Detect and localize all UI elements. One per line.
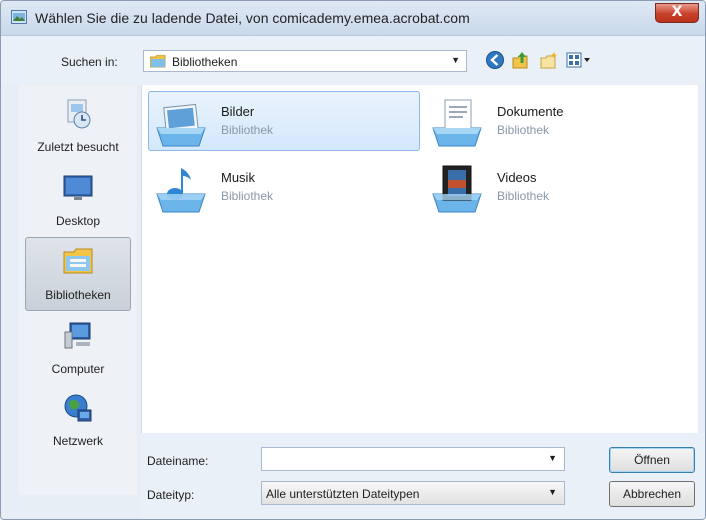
bottom-panel: Dateiname: ▼ Dateityp: Alle unterstützte… (141, 433, 705, 519)
cancel-button[interactable]: Abbrechen (609, 481, 695, 507)
new-folder-icon[interactable] (539, 50, 559, 70)
place-label-computer: Computer (51, 362, 105, 376)
list-item[interactable]: Dokumente Bibliothek (424, 91, 696, 151)
music-library-icon (156, 168, 206, 213)
close-button[interactable]: X (655, 3, 699, 23)
recent-places-icon (67, 99, 91, 129)
item-name: Musik (221, 170, 255, 185)
lookin-value: Bibliotheken (172, 55, 238, 69)
network-icon (64, 394, 92, 422)
file-list: Bilder Bibliothek Dokumente Bibliothek M… (141, 85, 698, 433)
up-folder-icon[interactable] (511, 50, 531, 70)
item-type: Bibliothek (497, 189, 550, 203)
filename-label: Dateiname: (147, 454, 209, 468)
open-button[interactable]: Öffnen (609, 447, 695, 473)
videos-library-icon (432, 165, 482, 213)
places-bar: Zuletzt besucht Desktop Bibliotheken Com… (19, 85, 137, 495)
place-label-libraries: Bibliotheken (45, 288, 111, 302)
app-icon (11, 10, 27, 24)
view-menu-icon[interactable] (565, 50, 593, 70)
filename-input[interactable]: ▼ (261, 447, 565, 471)
desktop-icon (63, 175, 93, 200)
place-label-network: Netzwerk (52, 434, 103, 448)
computer-icon (64, 322, 91, 349)
item-name: Bilder (221, 104, 255, 119)
list-item[interactable]: Videos Bibliothek (424, 157, 696, 217)
chevron-down-icon: ▼ (451, 55, 460, 65)
item-type: Bibliothek (497, 123, 550, 137)
library-folder-icon (150, 55, 166, 68)
place-network[interactable]: Netzwerk (25, 387, 131, 453)
place-computer[interactable]: Computer (25, 315, 131, 381)
item-type: Bibliothek (221, 189, 274, 203)
chevron-down-icon[interactable]: ▼ (548, 453, 557, 463)
documents-library-icon (432, 99, 482, 147)
list-item[interactable]: Musik Bibliothek (148, 157, 420, 217)
close-icon: X (671, 4, 683, 20)
toolbar: Suchen in: Bibliotheken ▼ (1, 36, 705, 84)
filetype-value: Alle unterstützten Dateitypen (266, 487, 420, 501)
back-icon[interactable] (485, 50, 505, 70)
filetype-label: Dateityp: (147, 488, 195, 502)
item-type: Bibliothek (221, 123, 274, 137)
place-label-recent: Zuletzt besucht (37, 140, 119, 154)
title-bar[interactable]: Wählen Sie die zu ladende Datei, von com… (1, 1, 705, 36)
file-open-dialog: Wählen Sie die zu ladende Datei, von com… (0, 0, 706, 520)
item-name: Dokumente (497, 104, 564, 119)
list-item[interactable]: Bilder Bibliothek (148, 91, 420, 151)
item-name: Videos (497, 170, 537, 185)
place-recent[interactable]: Zuletzt besucht (25, 93, 131, 159)
lookin-label: Suchen in: (61, 55, 118, 69)
lookin-dropdown[interactable]: Bibliotheken ▼ (143, 50, 467, 72)
place-libraries[interactable]: Bibliotheken (25, 237, 131, 311)
place-label-desktop: Desktop (55, 214, 101, 228)
pictures-library-icon (156, 103, 206, 147)
libraries-icon (63, 248, 93, 274)
chevron-down-icon: ▼ (548, 487, 557, 497)
place-desktop[interactable]: Desktop (25, 167, 131, 233)
filetype-select[interactable]: Alle unterstützten Dateitypen ▼ (261, 481, 565, 505)
window-title: Wählen Sie die zu ladende Datei, von com… (35, 10, 470, 26)
